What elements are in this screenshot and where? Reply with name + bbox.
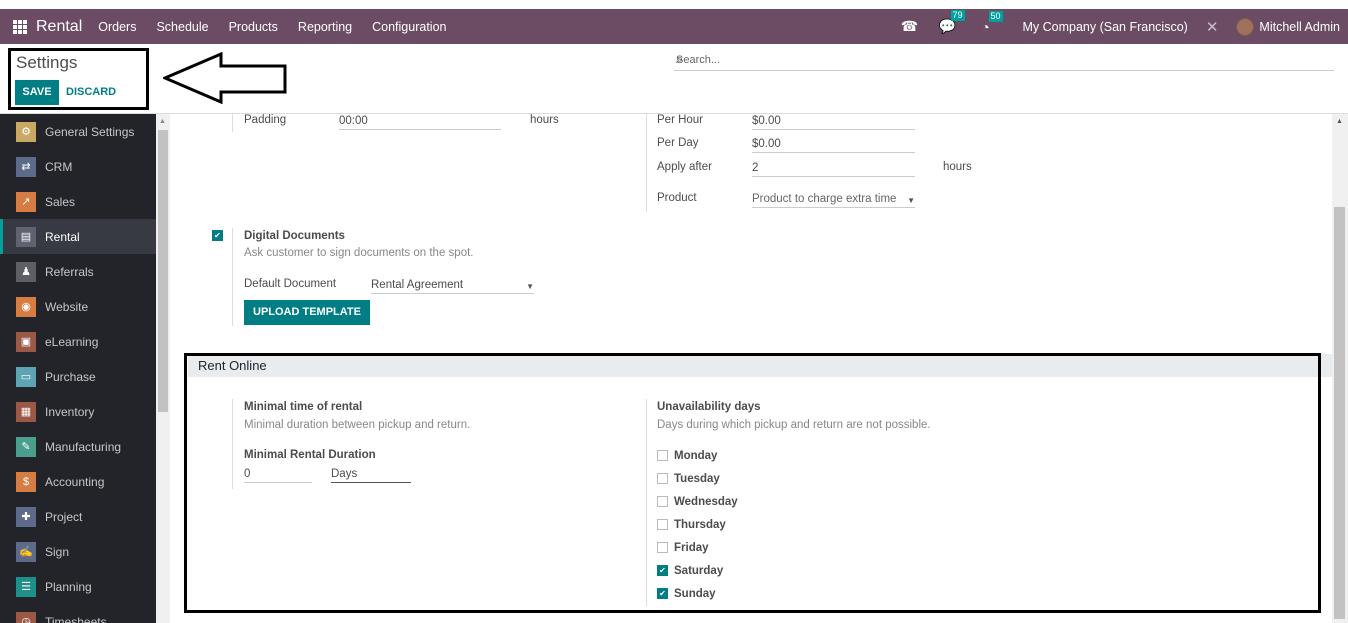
navbar: Rental Orders Schedule Products Reportin… [0, 9, 1348, 44]
per-hour-field[interactable]: $0.00 [752, 114, 915, 130]
padding-unit: hours [530, 114, 559, 126]
sidebar-item-timesheets[interactable]: ◷ Timesheets [0, 604, 156, 623]
handshake-icon: ⇄ [16, 156, 36, 177]
digital-documents-description: Ask customer to sign documents on the sp… [244, 247, 474, 259]
sidebar-item-label: Planning [45, 579, 92, 594]
product-placeholder: Product to charge extra time [752, 193, 897, 205]
menu-schedule[interactable]: Schedule [156, 20, 208, 34]
menu-reporting[interactable]: Reporting [298, 20, 352, 34]
sign-icon: ✍ [16, 541, 36, 562]
card-icon: ▭ [16, 366, 36, 387]
search-icon[interactable]: ⌕ [676, 51, 1332, 67]
puzzle-icon: ✚ [16, 506, 36, 527]
sidebar-item-label: Project [45, 509, 83, 524]
phone-icon[interactable]: ☎ [901, 18, 919, 35]
sidebar-item-label: Sales [45, 194, 76, 209]
product-label: Product [657, 192, 697, 204]
sidebar-item-rental[interactable]: ▤ Rental [0, 219, 156, 254]
apps-menu-icon[interactable] [13, 19, 27, 34]
digital-documents-checkbox[interactable]: ✔ [212, 230, 223, 241]
padding-field[interactable]: 00:00 [339, 114, 501, 130]
sidebar-item-label: Accounting [45, 474, 105, 489]
sidebar-item-elearning[interactable]: ▣ eLearning [0, 324, 156, 359]
sidebar-item-label: Timesheets [45, 614, 107, 623]
annotation-box-rent-online [184, 353, 1321, 613]
gear-icon: ⚙ [16, 121, 36, 142]
sidebar-item-label: CRM [45, 159, 73, 174]
sidebar-scrollbar[interactable]: ▲ [156, 114, 170, 623]
user-menu[interactable]: Mitchell Admin [1259, 20, 1340, 34]
timesheet-icon: ◷ [16, 611, 36, 623]
digital-documents-title: Digital Documents [244, 230, 345, 242]
annotation-arrow-icon [163, 52, 287, 104]
annotation-box-settings [8, 48, 149, 110]
search-input[interactable]: Search... ⌕ [674, 49, 1334, 71]
menu-orders[interactable]: Orders [98, 20, 136, 34]
menu-configuration[interactable]: Configuration [372, 20, 446, 34]
referrals-icon: ♟ [16, 261, 36, 282]
sidebar-item-label: General Settings [45, 124, 135, 139]
upload-template-button[interactable]: UPLOAD TEMPLATE [244, 300, 370, 325]
debug-tools-icon[interactable]: ✕ [1206, 18, 1219, 36]
planning-icon: ☰ [16, 576, 36, 597]
top-strip [0, 0, 1348, 9]
per-day-field[interactable]: $0.00 [752, 137, 915, 153]
main-scrollbar[interactable]: ▲ [1332, 114, 1348, 623]
sidebar-item-purchase[interactable]: ▭ Purchase [0, 359, 156, 394]
settings-sidebar: ⚙ General Settings ⇄ CRM ↗ Sales ▤ Rental ♟ Refer… [0, 114, 156, 623]
sidebar-item-label: eLearning [45, 334, 99, 349]
activities-badge: 50 [988, 10, 1003, 22]
default-document-label: Default Document [244, 278, 337, 290]
sidebar-item-sales[interactable]: ↗ Sales [0, 184, 156, 219]
sidebar-item-crm[interactable]: ⇄ CRM [0, 149, 156, 184]
default-document-value: Rental Agreement [371, 279, 464, 291]
sidebar-item-accounting[interactable]: $ Accounting [0, 464, 156, 499]
rental-icon: ▤ [16, 226, 36, 247]
box-icon: ▦ [16, 401, 36, 422]
sidebar-item-project[interactable]: ✚ Project [0, 499, 156, 534]
chart-icon: ↗ [16, 191, 36, 212]
activities-icon[interactable]: ◔ 50 [977, 10, 1003, 35]
sidebar-item-label: Purchase [45, 369, 96, 384]
messages-icon[interactable]: 💬 79 [939, 10, 965, 35]
sidebar-item-general-settings[interactable]: ⚙ General Settings [0, 114, 156, 149]
apply-after-field[interactable]: 2 [752, 161, 915, 177]
sidebar-item-referrals[interactable]: ♟ Referrals [0, 254, 156, 289]
sidebar-item-manufacturing[interactable]: ✎ Manufacturing [0, 429, 156, 464]
chevron-down-icon: ▼ [526, 282, 534, 291]
menu-products[interactable]: Products [229, 20, 278, 34]
sidebar-item-label: Website [45, 299, 89, 314]
sidebar-item-label: Sign [45, 544, 70, 559]
padding-label: Padding [244, 114, 287, 126]
sidebar-item-website[interactable]: ◉ Website [0, 289, 156, 324]
invoice-icon: $ [16, 471, 36, 492]
sidebar-item-inventory[interactable]: ▦ Inventory [0, 394, 156, 429]
per-hour-label: Per Hour [657, 114, 704, 126]
per-day-label: Per Day [657, 137, 699, 149]
sidebar-item-label: Inventory [45, 404, 95, 419]
sidebar-item-label: Rental [45, 229, 80, 244]
sidebar-item-planning[interactable]: ☰ Planning [0, 569, 156, 604]
default-document-select[interactable]: Rental Agreement ▼ [371, 278, 534, 294]
sidebar-item-label: Manufacturing [45, 439, 122, 454]
apply-after-label: Apply after [657, 161, 712, 173]
chevron-down-icon: ▼ [907, 196, 915, 205]
app-name[interactable]: Rental [36, 18, 82, 36]
elearning-icon: ▣ [16, 331, 36, 352]
sidebar-item-label: Referrals [45, 264, 94, 279]
company-switcher[interactable]: My Company (San Francisco) [1023, 20, 1188, 34]
product-select[interactable]: Product to charge extra time ▼ [752, 192, 915, 208]
globe-icon: ◉ [16, 296, 36, 317]
sidebar-item-sign[interactable]: ✍ Sign [0, 534, 156, 569]
avatar[interactable] [1236, 17, 1255, 36]
wrench-icon: ✎ [16, 436, 36, 457]
apply-after-unit: hours [943, 161, 972, 173]
messages-badge: 79 [950, 10, 965, 21]
